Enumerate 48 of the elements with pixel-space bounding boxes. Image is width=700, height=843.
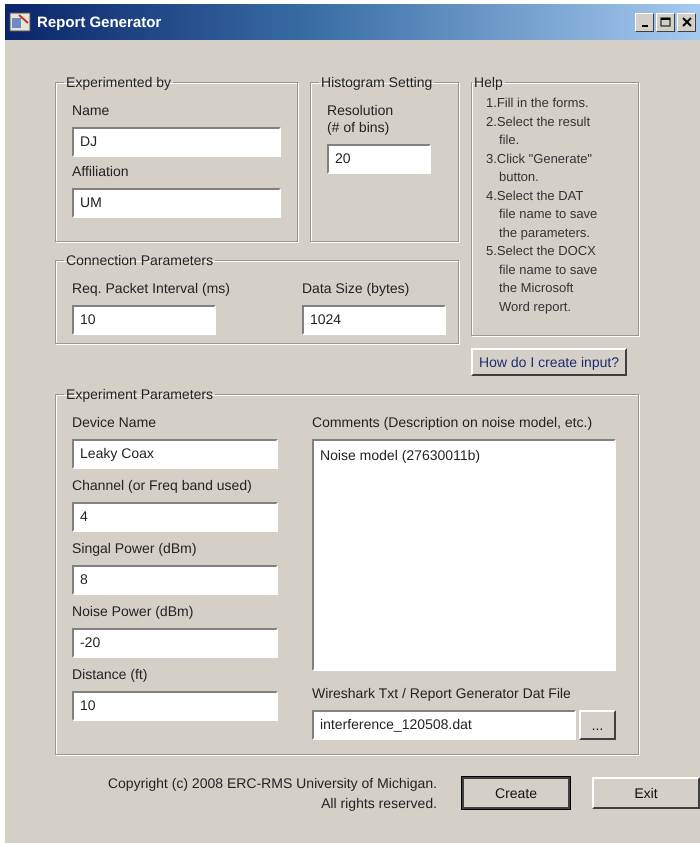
field-label: Singal Power (dBm) <box>72 540 198 557</box>
minimize-button[interactable] <box>635 12 654 32</box>
help-step: 1.Fill in the forms. <box>486 94 598 112</box>
copyright-text: All rights reserved. <box>321 794 437 813</box>
close-icon <box>682 17 692 27</box>
help-step: 3.Click "Generate" button. <box>486 150 598 186</box>
group-title: Histogram Setting <box>320 74 434 90</box>
field-label: Distance (ft) <box>72 666 148 683</box>
app-icon <box>9 11 31 33</box>
group-title: Experiment Parameters <box>65 386 214 402</box>
text-field[interactable]: 4 <box>72 502 278 532</box>
field-label: Device Name <box>72 414 158 431</box>
text-field[interactable]: 10 <box>72 691 278 721</box>
exit-button[interactable]: Exit <box>592 777 700 809</box>
copyright-text: Copyright (c) 2008 ERC-RMS University of Michigan. <box>108 774 437 793</box>
maximize-icon <box>660 17 671 27</box>
group-title: Help <box>473 74 504 90</box>
browse-button[interactable]: ... <box>579 710 616 740</box>
group-title: Experimented by <box>65 74 172 90</box>
help-step: 5.Select the DOCX file name to save the Microsoft Word report. <box>486 242 598 316</box>
field-label: Noise Power (dBm) <box>72 603 194 620</box>
text-field[interactable]: DJ <box>72 127 281 157</box>
text-field[interactable]: UM <box>72 188 281 218</box>
field-label: Affiliation <box>72 163 130 180</box>
field-label: Channel (or Freq band used) <box>72 477 253 494</box>
text-field[interactable]: 10 <box>72 305 216 335</box>
text-field[interactable]: 8 <box>72 565 278 595</box>
text-field[interactable]: 1024 <box>302 305 446 335</box>
field-label: Wireshark Txt / Report Generator Dat File <box>312 685 572 702</box>
text-field[interactable]: 20 <box>327 144 431 174</box>
comments-field[interactable]: Noise model (27630011b) <box>312 439 616 671</box>
field-label: Req. Packet Interval (ms) <box>72 280 230 297</box>
text-field[interactable]: Leaky Coax <box>72 439 278 469</box>
field-label: Comments (Description on noise model, etc.) <box>312 414 594 431</box>
create-button[interactable]: Create <box>462 777 570 809</box>
field-label: Data Size (bytes) <box>302 280 410 297</box>
help-step: 4.Select the DAT file name to save the parameters. <box>486 186 598 242</box>
text-field[interactable]: -20 <box>72 628 278 658</box>
help-step: 2.Select the result file. <box>486 112 598 150</box>
help-button[interactable]: How do I create input? <box>471 348 628 376</box>
file-path-field[interactable]: interference_120508.dat <box>312 710 576 740</box>
maximize-button[interactable] <box>656 12 675 32</box>
minimize-icon <box>642 25 648 27</box>
close-button[interactable] <box>677 12 696 32</box>
group-title: Connection Parameters <box>65 252 214 268</box>
window-title: Report Generator <box>37 14 162 30</box>
field-label: Resolution (# of bins) <box>327 102 394 136</box>
field-label: Name <box>72 102 110 119</box>
